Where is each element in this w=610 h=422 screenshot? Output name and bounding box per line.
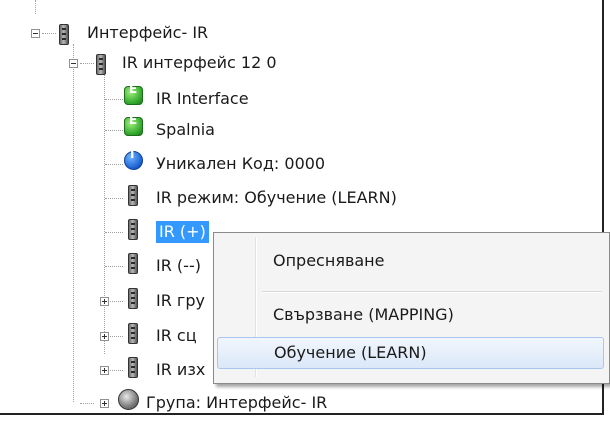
tree-connector [80, 403, 94, 404]
tree-connector [35, 0, 36, 14]
ir-module-icon [96, 54, 106, 75]
e-badge-icon [124, 113, 143, 136]
expand-toggle[interactable] [100, 332, 109, 341]
tree-node-label: Spalnia [156, 120, 215, 139]
menu-item-mapping[interactable]: Свързване (MAPPING) [217, 299, 604, 331]
group-disc-icon [118, 389, 139, 410]
menu-item-refresh[interactable]: Опресняване [217, 245, 604, 277]
tree-node-label: IR Interface [156, 89, 249, 108]
collapse-toggle[interactable] [69, 59, 78, 68]
e-badge-icon [124, 82, 143, 105]
context-menu: Опресняване Свързване (MAPPING) Обучение… [213, 232, 610, 384]
tree-node-label: IR (+) [156, 221, 209, 243]
ir-module-icon [128, 185, 138, 206]
tree-node-label: IR изх [156, 360, 206, 379]
tree-connector [80, 63, 94, 64]
tree-node-label: IR сц [156, 326, 197, 345]
tree-connector [110, 301, 123, 302]
ir-module-icon [128, 219, 138, 240]
menu-separator [262, 291, 602, 293]
tree-connector [110, 370, 123, 371]
tree-connector [104, 72, 105, 354]
bottom-strip [0, 415, 610, 422]
tree-connector [105, 266, 123, 267]
tree-node-label: Уникален Код: 0000 [156, 154, 326, 173]
tree-node-label: IR гру [156, 291, 205, 310]
ir-module-icon [128, 253, 138, 274]
tree-connector [73, 44, 74, 402]
tree-node-label: Интерфейс- IR [87, 23, 209, 42]
tree-connector [42, 33, 56, 34]
tree-node-label: IR (--) [156, 256, 201, 275]
tree-connector [110, 336, 123, 337]
tree-node-label: IR режим: Обучение (LEARN) [156, 188, 397, 207]
menu-item-label: Обучение (LEARN) [274, 343, 427, 362]
tree-connector [105, 198, 123, 199]
tree-node-label: IR интерфейс 12 0 [122, 53, 277, 72]
tree-node-label: Група: Интерфейс- IR [146, 393, 328, 412]
ir-module-icon [128, 288, 138, 309]
tree-connector [105, 99, 123, 100]
expand-toggle[interactable] [100, 297, 109, 306]
menu-item-label: Опресняване [273, 251, 385, 270]
ir-module-icon [59, 24, 69, 45]
tree-connector [105, 130, 123, 131]
menu-item-learn[interactable]: Обучение (LEARN) [217, 337, 604, 369]
tree-connector [105, 164, 123, 165]
menu-item-label: Свързване (MAPPING) [273, 305, 454, 324]
ir-module-icon [128, 323, 138, 344]
tree-connector [105, 232, 123, 233]
ir-module-icon [128, 357, 138, 378]
collapse-toggle[interactable] [31, 29, 40, 38]
expand-toggle[interactable] [100, 399, 109, 408]
expand-toggle[interactable] [100, 366, 109, 375]
info-icon [124, 147, 143, 170]
